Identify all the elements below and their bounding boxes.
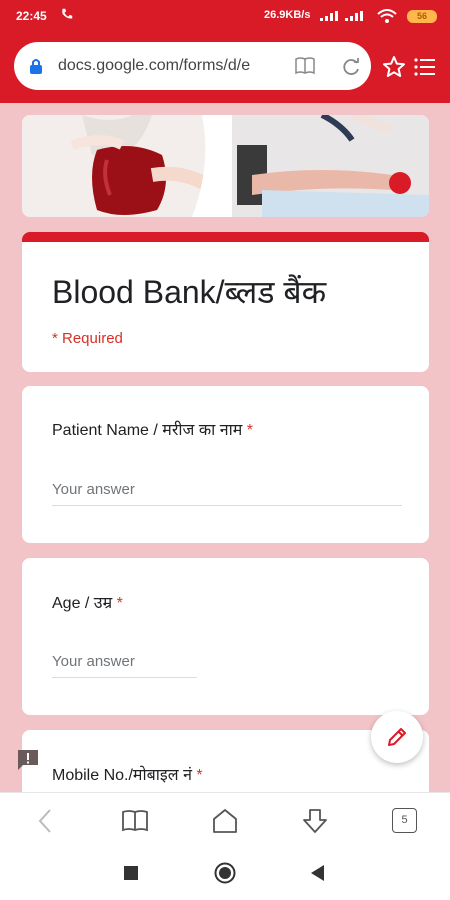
network-speed: 26.9KB/s [264,9,311,21]
reader-mode-icon[interactable] [294,56,316,76]
signal-icon [320,11,338,21]
edit-pencil-icon [388,728,406,746]
required-asterisk: * [196,767,203,784]
required-asterisk: * [246,422,254,439]
status-time: 22:45 [16,9,47,23]
tabs-button[interactable]: 5 [392,808,417,833]
input-underline [52,505,402,506]
nav-back-icon[interactable] [311,865,325,881]
status-bar: 22:45 26.9KB/s 56 [0,0,450,32]
feedback-icon[interactable] [16,748,40,772]
menu-icon[interactable] [414,57,436,77]
header-image [22,115,429,217]
battery-indicator: 56 [407,10,437,23]
recents-icon[interactable] [124,866,138,880]
age-input[interactable]: Your answer [52,653,135,670]
question-card-age: Age / उम्र * Your answer [22,558,429,715]
home-circle-icon[interactable] [214,862,236,884]
question-label: Age / उम्र * [52,595,123,612]
bookmarks-icon[interactable] [121,807,149,835]
required-asterisk: * [116,595,123,612]
lock-icon [30,59,42,74]
reload-icon[interactable] [340,56,362,78]
form-title: Blood Bank/ब्लड बैंक [52,274,327,310]
wifi-icon [377,9,397,23]
home-icon[interactable] [211,807,239,835]
form-header-card: Blood Bank/ब्लड बैंक * Required [22,232,429,372]
star-icon[interactable] [382,55,406,79]
system-navigation-bar [0,848,450,900]
address-bar[interactable]: docs.google.com/forms/d/e [14,42,371,90]
call-icon [62,8,73,19]
blood-donation-illustration [22,115,429,217]
browser-bottom-toolbar: 5 [0,792,450,848]
question-label: Patient Name / मरीज का नाम * [52,422,254,439]
input-underline [52,677,197,678]
back-icon[interactable] [32,807,60,835]
question-label: Mobile No./मोबाइल नं * [52,767,203,784]
url-text[interactable]: docs.google.com/forms/d/e [58,57,288,75]
required-note: * Required [52,330,123,347]
question-card-patient-name: Patient Name / मरीज का नाम * Your answer [22,386,429,543]
download-icon[interactable] [301,807,329,835]
edit-fab-button[interactable] [371,711,423,763]
signal-icon [345,11,363,21]
browser-top-bar: 22:45 26.9KB/s 56 docs.google.com/forms/… [0,0,450,103]
question-card-mobile: Mobile No./मोबाइल नं * [22,730,429,792]
patient-name-input[interactable]: Your answer [52,481,135,498]
